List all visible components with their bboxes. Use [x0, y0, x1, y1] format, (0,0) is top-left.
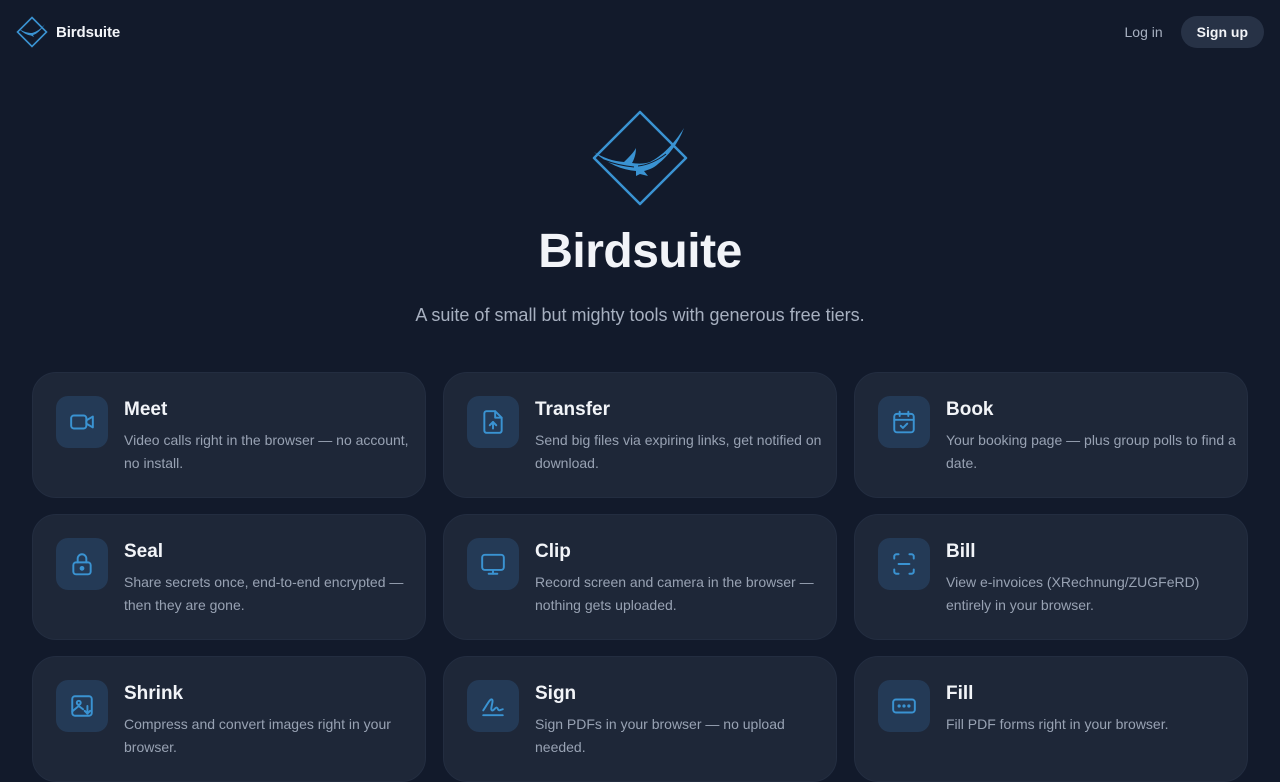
tool-description: Your booking page — plus group polls to … [946, 432, 1236, 471]
tool-title: Fill [946, 683, 974, 704]
tool-card-fill[interactable]: Fill Fill PDF forms right in your browse… [854, 656, 1248, 782]
signature-icon [467, 680, 519, 732]
tool-card-clip[interactable]: Clip Record screen and camera in the bro… [443, 514, 837, 640]
tool-title: Book [946, 399, 994, 420]
monitor-icon [467, 538, 519, 590]
brand-name: Birdsuite [56, 23, 121, 41]
tool-title: Sign [535, 683, 577, 704]
tool-title: Bill [946, 541, 976, 562]
tool-title: Seal [124, 541, 164, 562]
tool-description: Record screen and camera in the browser … [535, 574, 814, 613]
auth-nav: Log in Sign up [1119, 16, 1264, 48]
tool-title: Transfer [535, 399, 610, 420]
tool-title: Clip [535, 541, 571, 562]
tool-card-book[interactable]: Book Your booking page — plus group poll… [854, 372, 1248, 498]
tool-description: Video calls right in the browser — no ac… [124, 432, 409, 471]
tool-description: Share secrets once, end-to-end encrypted… [124, 574, 404, 613]
tool-card-sign[interactable]: Sign Sign PDFs in your browser — no uplo… [443, 656, 837, 782]
brand-home-link[interactable]: Birdsuite [16, 16, 120, 48]
birdsuite-logo-icon [16, 16, 48, 48]
birdsuite-hero-logo-icon [592, 110, 688, 206]
tool-card-shrink[interactable]: Shrink Compress and convert images right… [32, 656, 426, 782]
top-navigation: Birdsuite Log in Sign up [0, 0, 1280, 64]
tool-card-bill[interactable]: Bill View e-invoices (XRechnung/ZUGFeRD)… [854, 514, 1248, 640]
calendar-check-icon [878, 396, 930, 448]
lock-icon [56, 538, 108, 590]
form-field-icon [878, 680, 930, 732]
file-upload-icon [467, 396, 519, 448]
tool-title: Meet [124, 399, 168, 420]
scan-icon [878, 538, 930, 590]
video-camera-icon [56, 396, 108, 448]
image-download-icon [56, 680, 108, 732]
tool-description: Fill PDF forms right in your browser. [946, 716, 1169, 732]
tool-card-transfer[interactable]: Transfer Send big files via expiring lin… [443, 372, 837, 498]
tool-card-seal[interactable]: Seal Share secrets once, end-to-end encr… [32, 514, 426, 640]
login-link[interactable]: Log in [1119, 24, 1169, 40]
tools-grid: Meet Video calls right in the browser — … [32, 372, 1248, 782]
hero: Birdsuite A suite of small but mighty to… [0, 108, 1280, 328]
page-subtitle: A suite of small but mighty tools with g… [415, 305, 865, 325]
tool-card-meet[interactable]: Meet Video calls right in the browser — … [32, 372, 426, 498]
signup-button[interactable]: Sign up [1180, 16, 1264, 48]
page-title: Birdsuite [538, 225, 742, 278]
tool-description: View e-invoices (XRechnung/ZUGFeRD) enti… [946, 574, 1200, 613]
tool-title: Shrink [124, 683, 184, 704]
tool-description: Send big files via expiring links, get n… [535, 432, 822, 471]
